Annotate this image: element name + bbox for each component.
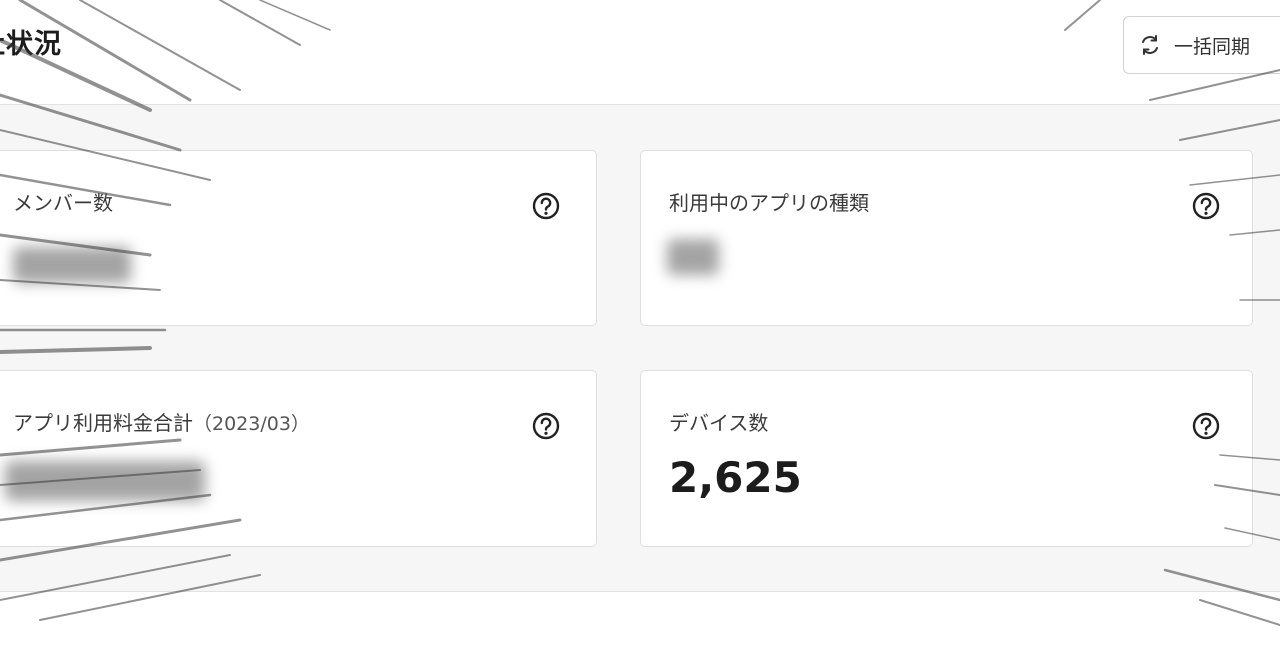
app-fee-value-redacted [5, 461, 205, 501]
app-types-help-icon[interactable] [1191, 191, 1221, 221]
device-count-label: デバイス数 [669, 411, 769, 435]
member-count-card: メンバー数 [0, 150, 597, 326]
dashboard-page: 社状況 一括同期 メンバー数 利用中のアプリの種類 [0, 0, 1280, 669]
app-types-label: 利用中のアプリの種類 [669, 191, 869, 215]
app-fee-title: アプリ利用料金合計 [13, 411, 193, 435]
member-count-help-icon[interactable] [531, 191, 561, 221]
summary-panel: メンバー数 利用中のアプリの種類 アプリ利用料金合計（2023/03） デバイス… [0, 104, 1280, 592]
app-fee-period: （2023/03） [193, 413, 310, 435]
sync-icon [1138, 33, 1162, 57]
app-fee-help-icon[interactable] [531, 411, 561, 441]
member-count-label: メンバー数 [13, 191, 113, 215]
device-count-help-icon[interactable] [1191, 411, 1221, 441]
app-types-card: 利用中のアプリの種類 [640, 150, 1253, 326]
app-types-value-redacted [667, 239, 719, 275]
bulk-sync-button[interactable]: 一括同期 [1123, 16, 1280, 74]
bulk-sync-label: 一括同期 [1174, 35, 1251, 58]
member-count-value-redacted [13, 247, 131, 283]
device-count-value: 2,625 [669, 453, 802, 502]
device-count-card: デバイス数 2,625 [640, 370, 1253, 547]
page-title: 社状況 [0, 29, 62, 60]
app-fee-card: アプリ利用料金合計（2023/03） [0, 370, 597, 547]
app-fee-label: アプリ利用料金合計（2023/03） [13, 407, 310, 436]
